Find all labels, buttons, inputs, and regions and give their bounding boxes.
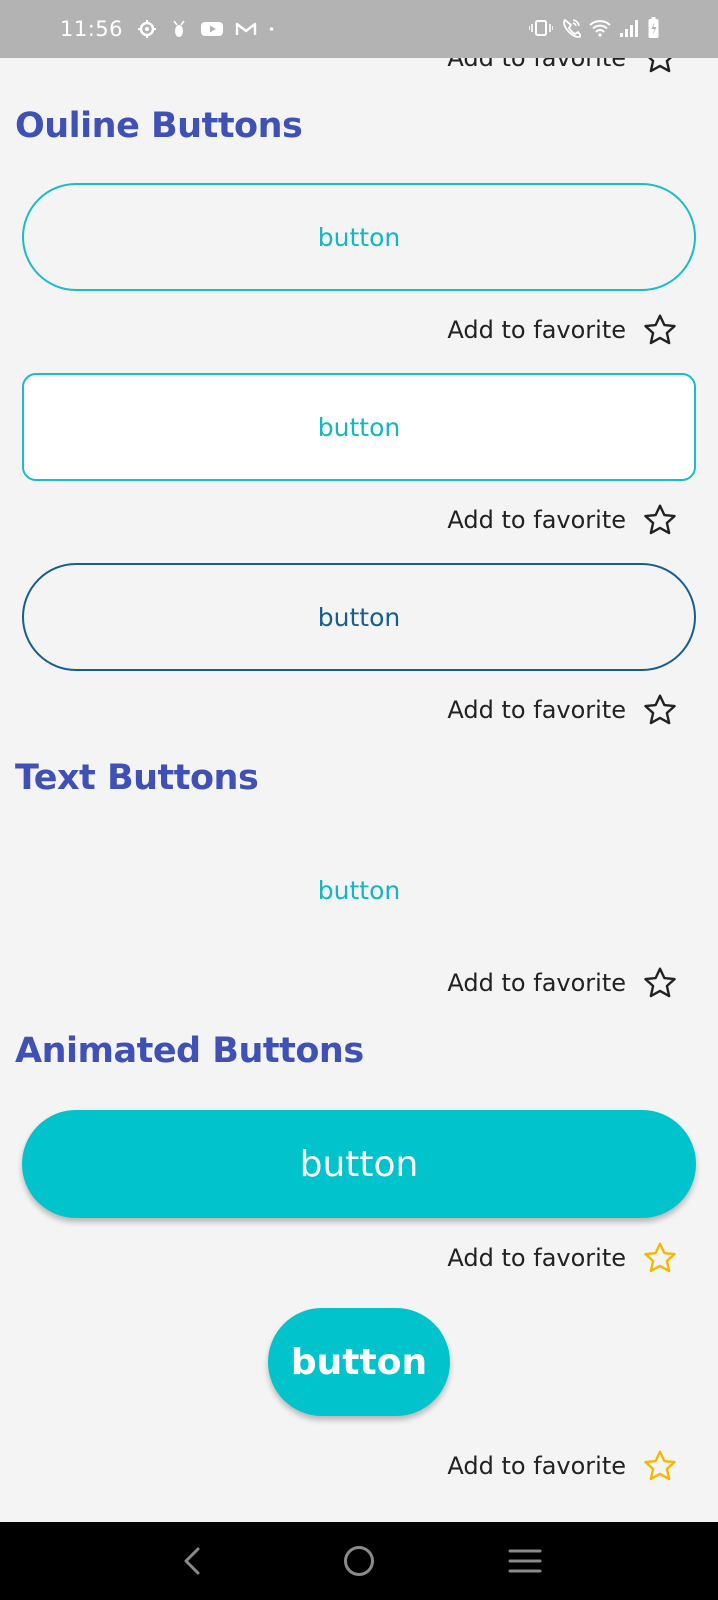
system-nav-bar xyxy=(0,1522,718,1600)
status-left-icons xyxy=(137,19,279,39)
star-outline-icon xyxy=(644,694,676,725)
wifi-call-icon xyxy=(563,18,581,38)
favorite-label: Add to favorite xyxy=(447,1452,626,1480)
animated-filled-button[interactable]: button xyxy=(22,1110,696,1218)
nav-back-button[interactable] xyxy=(171,1539,215,1583)
screen: 11:56 Add to favorite Ouline Buttons but… xyxy=(0,0,718,1600)
favorite-toggle[interactable]: Add to favorite xyxy=(447,690,678,730)
back-icon xyxy=(184,1547,200,1575)
section-title-text: Text Buttons xyxy=(15,758,259,798)
signal-icon xyxy=(620,20,638,37)
youtube-icon xyxy=(201,22,224,36)
text-button[interactable]: button xyxy=(22,836,696,944)
status-bar: 11:56 xyxy=(0,0,718,58)
star-outline-icon xyxy=(644,504,676,535)
settings-gear-icon xyxy=(138,20,157,38)
star-outline-icon xyxy=(647,58,673,73)
section-title-animated: Animated Buttons xyxy=(15,1031,364,1071)
favorite-label: Add to favorite xyxy=(447,506,626,534)
gmail-icon xyxy=(235,22,257,35)
nav-home-button[interactable] xyxy=(337,1539,381,1583)
home-icon xyxy=(344,1546,374,1576)
outline-pill-blue-button[interactable]: button xyxy=(22,563,696,671)
vibrate-icon xyxy=(529,20,553,36)
favorite-toggle[interactable]: Add to favorite xyxy=(447,1446,678,1486)
nav-recents-button[interactable] xyxy=(503,1539,547,1583)
favorite-label: Add to favorite xyxy=(447,316,626,344)
button-gallery: Add to favorite Ouline Buttons button Ad… xyxy=(0,58,718,1522)
battery-charging-icon xyxy=(648,17,659,38)
outline-pill-button[interactable]: button xyxy=(22,183,696,291)
star-favorited-icon xyxy=(644,1242,676,1273)
favorite-label: Add to favorite xyxy=(447,1244,626,1272)
animated-compact-button[interactable]: button xyxy=(268,1308,450,1416)
star-outline-icon xyxy=(644,314,676,345)
favorite-toggle[interactable]: Add to favorite xyxy=(447,1238,678,1278)
star-outline-icon xyxy=(644,967,676,998)
outline-rounded-rect-button[interactable]: button xyxy=(22,373,696,481)
dot-icon xyxy=(269,27,274,31)
favorite-label: Add to favorite xyxy=(447,58,626,72)
favorite-label: Add to favorite xyxy=(447,969,626,997)
recents-icon xyxy=(508,1549,542,1573)
status-time: 11:56 xyxy=(60,17,124,41)
favorite-toggle[interactable]: Add to favorite xyxy=(447,58,678,78)
favorite-toggle[interactable]: Add to favorite xyxy=(447,500,678,540)
wifi-icon xyxy=(589,20,611,37)
favorite-toggle[interactable]: Add to favorite xyxy=(447,963,678,1003)
star-favorited-icon xyxy=(644,1450,676,1481)
favorite-label: Add to favorite xyxy=(447,696,626,724)
section-title-outline: Ouline Buttons xyxy=(15,106,303,146)
bug-icon xyxy=(173,20,185,37)
status-right-icons xyxy=(529,17,660,39)
favorite-toggle[interactable]: Add to favorite xyxy=(447,310,678,350)
